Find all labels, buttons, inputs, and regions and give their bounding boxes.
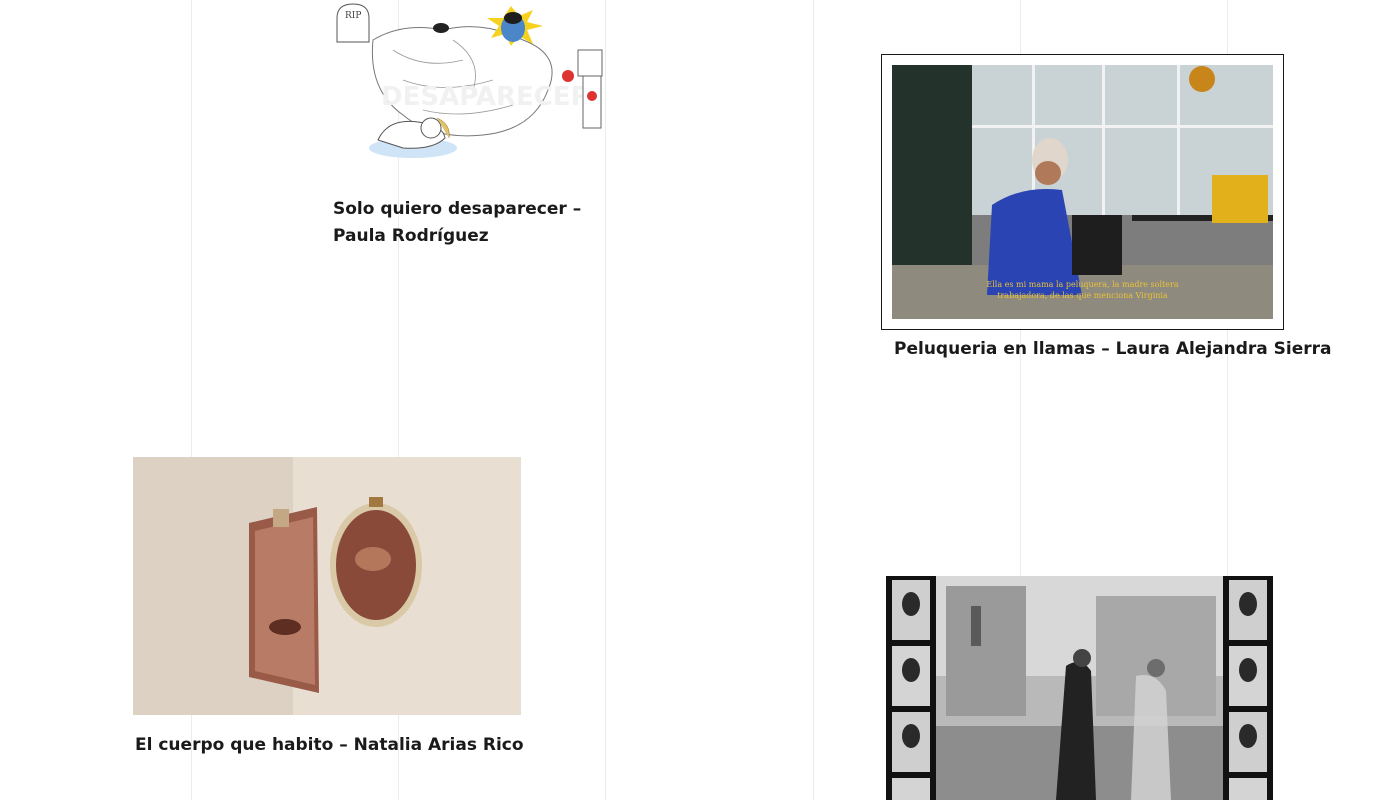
peluqueria-photo: Ella es mi mama la peluquera, la madre s… [892,65,1273,319]
cuerpo-photo[interactable] [133,457,521,715]
svg-text:DESAPARECER: DESAPARECER [381,82,591,112]
work-caption[interactable]: Peluqueria en llamas – Laura Alejandra S… [894,336,1332,363]
subtitle-line-1: Ella es mi mama la peluquera, la madre s… [986,280,1179,289]
work-caption[interactable]: Solo quiero desaparecer – Paula Rodrígue… [333,196,608,250]
film-strip-photo[interactable] [886,576,1273,800]
framed-photo[interactable]: Ella es mi mama la peluquera, la madre s… [881,54,1284,330]
subtitle-line-2: trabajadora, de las que menciona Virgini… [997,291,1168,300]
video-subtitle: Ella es mi mama la peluquera, la madre s… [892,279,1273,301]
grid-line [813,0,814,800]
illustration-image[interactable]: RIP DESAPARECER [333,0,608,165]
work-caption[interactable]: El cuerpo que habito – Natalia Arias Ric… [135,732,555,759]
tombstone-text: RIP [345,11,361,21]
